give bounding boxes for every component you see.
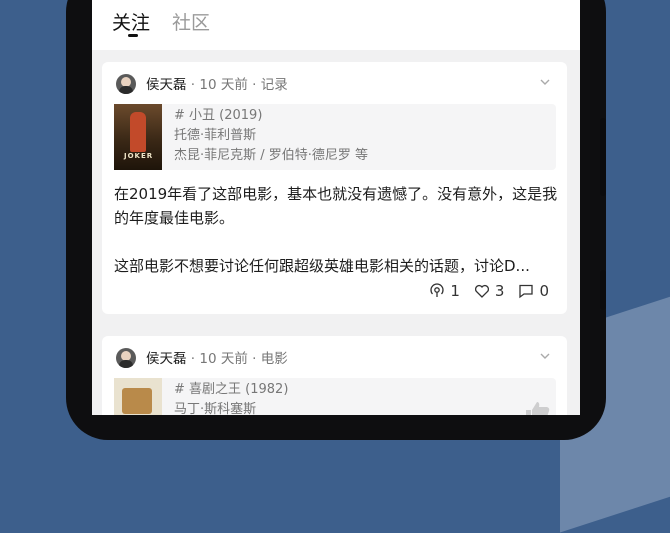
movie-card[interactable]: JOKER # 小丑 (2019) 托德·菲利普斯 杰昆·菲尼克斯 / 罗伯特·… xyxy=(114,104,556,170)
movie-card[interactable]: # 喜剧之王 (1982) 马丁·斯科塞斯 xyxy=(114,378,556,415)
movie-cast: 杰昆·菲尼克斯 / 罗伯特·德尼罗 等 xyxy=(174,148,369,163)
post-meta: 侯天磊 · 10 天前 · 电影 xyxy=(146,347,288,367)
app-screen: 关注 社区 侯天磊 · 10 天前 · 记录 JOKER # 小丑 (2019)… xyxy=(92,0,580,415)
thumbs-up-icon xyxy=(526,402,550,415)
phone-side-button xyxy=(600,270,606,310)
username[interactable]: 侯天磊 xyxy=(146,77,187,93)
movie-info: # 喜剧之王 (1982) 马丁·斯科塞斯 xyxy=(174,380,288,415)
tab-following[interactable]: 关注 xyxy=(112,8,150,35)
username[interactable]: 侯天磊 xyxy=(146,351,187,367)
movie-title: # 喜剧之王 (1982) xyxy=(174,382,289,397)
movie-info: # 小丑 (2019) 托德·菲利普斯 杰昆·菲尼克斯 / 罗伯特·德尼罗 等 xyxy=(174,106,368,166)
comment-button[interactable]: 0 xyxy=(518,282,549,300)
chevron-down-icon[interactable] xyxy=(539,350,551,362)
views-count: 1 xyxy=(450,282,460,300)
comment-icon xyxy=(519,284,534,299)
movie-poster: JOKER xyxy=(114,104,162,170)
review-paragraph: 这部电影不想要讨论任何跟超级英雄电影相关的话题，讨论D... xyxy=(114,257,530,275)
likes-count: 3 xyxy=(494,282,505,300)
heart-icon xyxy=(474,284,489,298)
movie-director: 托德·菲利普斯 xyxy=(174,128,257,143)
post-actions: 1 3 0 xyxy=(419,282,549,300)
top-tab-bar: 关注 社区 xyxy=(92,0,580,50)
feed-card[interactable]: 侯天磊 · 10 天前 · 电影 # 喜剧之王 (1982) 马丁·斯科塞斯 xyxy=(102,336,567,415)
tab-community[interactable]: 社区 xyxy=(172,8,210,35)
chevron-down-icon[interactable] xyxy=(539,76,551,88)
broadcast-icon xyxy=(430,283,444,297)
active-tab-indicator xyxy=(128,34,138,37)
comments-count: 0 xyxy=(539,282,549,300)
movie-title: # 小丑 (2019) xyxy=(174,108,263,123)
avatar[interactable] xyxy=(116,74,136,94)
post-meta: 侯天磊 · 10 天前 · 记录 xyxy=(146,73,288,93)
feed-card[interactable]: 侯天磊 · 10 天前 · 记录 JOKER # 小丑 (2019) 托德·菲利… xyxy=(102,62,567,314)
like-button[interactable]: 3 xyxy=(474,282,505,300)
movie-director: 马丁·斯科塞斯 xyxy=(174,402,257,415)
movie-poster xyxy=(114,378,162,415)
phone-side-button xyxy=(600,118,606,196)
post-time-category: · 10 天前 · 记录 xyxy=(186,77,288,93)
views-action[interactable]: 1 xyxy=(429,282,460,300)
review-paragraph: 在2019年看了这部电影，基本也就没有遗憾了。没有意外，这是我的年度最佳电影。 xyxy=(114,185,558,227)
review-text[interactable]: 在2019年看了这部电影，基本也就没有遗憾了。没有意外，这是我的年度最佳电影。 … xyxy=(114,182,559,278)
avatar[interactable] xyxy=(116,348,136,368)
post-time-category: · 10 天前 · 电影 xyxy=(186,351,288,367)
